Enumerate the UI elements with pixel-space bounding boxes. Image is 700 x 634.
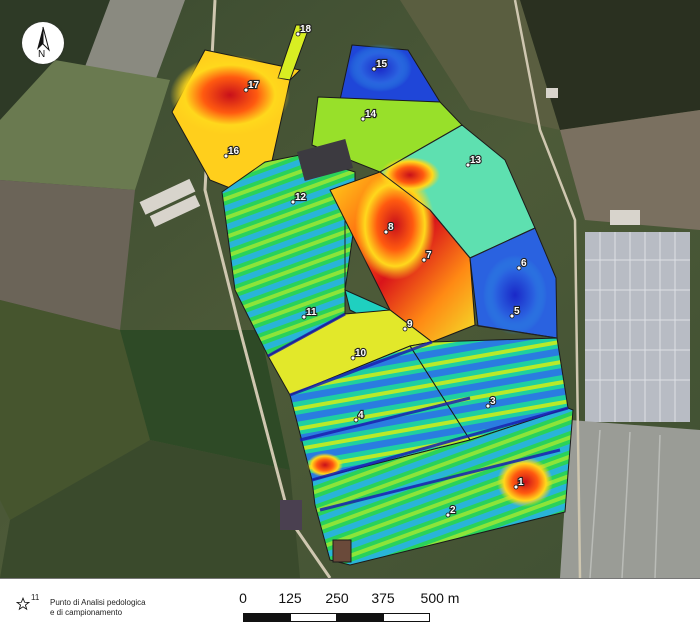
scale-tick-label: 0	[239, 590, 247, 606]
sampling-point-label: 10	[355, 348, 367, 359]
field-map[interactable]: 123456789101112131415161718	[0, 0, 700, 578]
legend-line-1: Punto di Analisi pedologica	[50, 598, 146, 607]
sampling-point-label: 1	[518, 477, 524, 488]
scale-bar-segment	[337, 613, 383, 622]
legend-symbol-number: 11	[31, 593, 40, 602]
sampling-point-label: 3	[490, 396, 496, 407]
legend-description: Punto di Analisi pedologica e di campion…	[50, 598, 180, 618]
sampling-point-label: 17	[248, 80, 260, 91]
sampling-point-label: 5	[514, 306, 520, 317]
scale-bar-segment	[290, 613, 337, 622]
north-label: N	[38, 49, 46, 60]
building	[332, 539, 352, 563]
star-icon	[16, 597, 30, 611]
sampling-point-label: 7	[426, 250, 432, 261]
scale-bar-segment	[383, 613, 430, 622]
sampling-point-label: 12	[295, 192, 307, 203]
sampling-point-label: 13	[470, 155, 482, 166]
sampling-point-label: 6	[521, 258, 527, 269]
scale-tick-label: 375	[371, 590, 395, 606]
scale-tick-label: 500 m	[420, 590, 460, 606]
north-arrow: N	[22, 22, 64, 64]
sampling-point-label: 4	[358, 410, 364, 421]
legend-line-2: e di campionamento	[50, 608, 123, 617]
sampling-point-label: 2	[450, 505, 456, 516]
sampling-point-label: 14	[365, 109, 377, 120]
sampling-point-label: 9	[407, 319, 413, 330]
sampling-point-label: 11	[306, 307, 317, 318]
scale-tick-label: 125	[278, 590, 302, 606]
sampling-point-label: 16	[228, 146, 240, 157]
scale-bar-segment	[243, 613, 290, 622]
sampling-point-label: 15	[376, 59, 388, 70]
sampling-point-label: 18	[300, 24, 312, 35]
scale-tick-label: 250	[325, 590, 349, 606]
sampling-point-label: 8	[388, 222, 394, 233]
